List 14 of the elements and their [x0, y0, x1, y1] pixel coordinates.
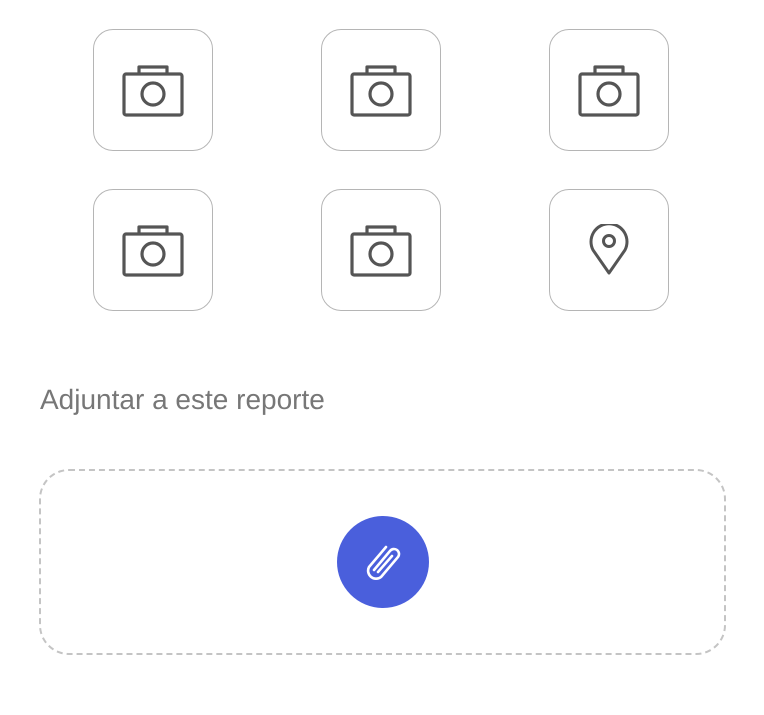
camera-icon: [578, 63, 640, 117]
photo-button[interactable]: [321, 189, 441, 311]
attachment-dropzone[interactable]: [39, 469, 726, 655]
location-pin-icon: [589, 224, 629, 276]
camera-icon: [122, 63, 184, 117]
photo-button[interactable]: [93, 29, 213, 151]
camera-icon: [350, 223, 412, 277]
location-button[interactable]: [549, 189, 669, 311]
section-label: Adjuntar a este reporte: [40, 383, 326, 417]
camera-icon: [122, 223, 184, 277]
photo-button[interactable]: [549, 29, 669, 151]
camera-icon: [350, 63, 412, 117]
photo-button[interactable]: [93, 189, 213, 311]
photo-button[interactable]: [321, 29, 441, 151]
